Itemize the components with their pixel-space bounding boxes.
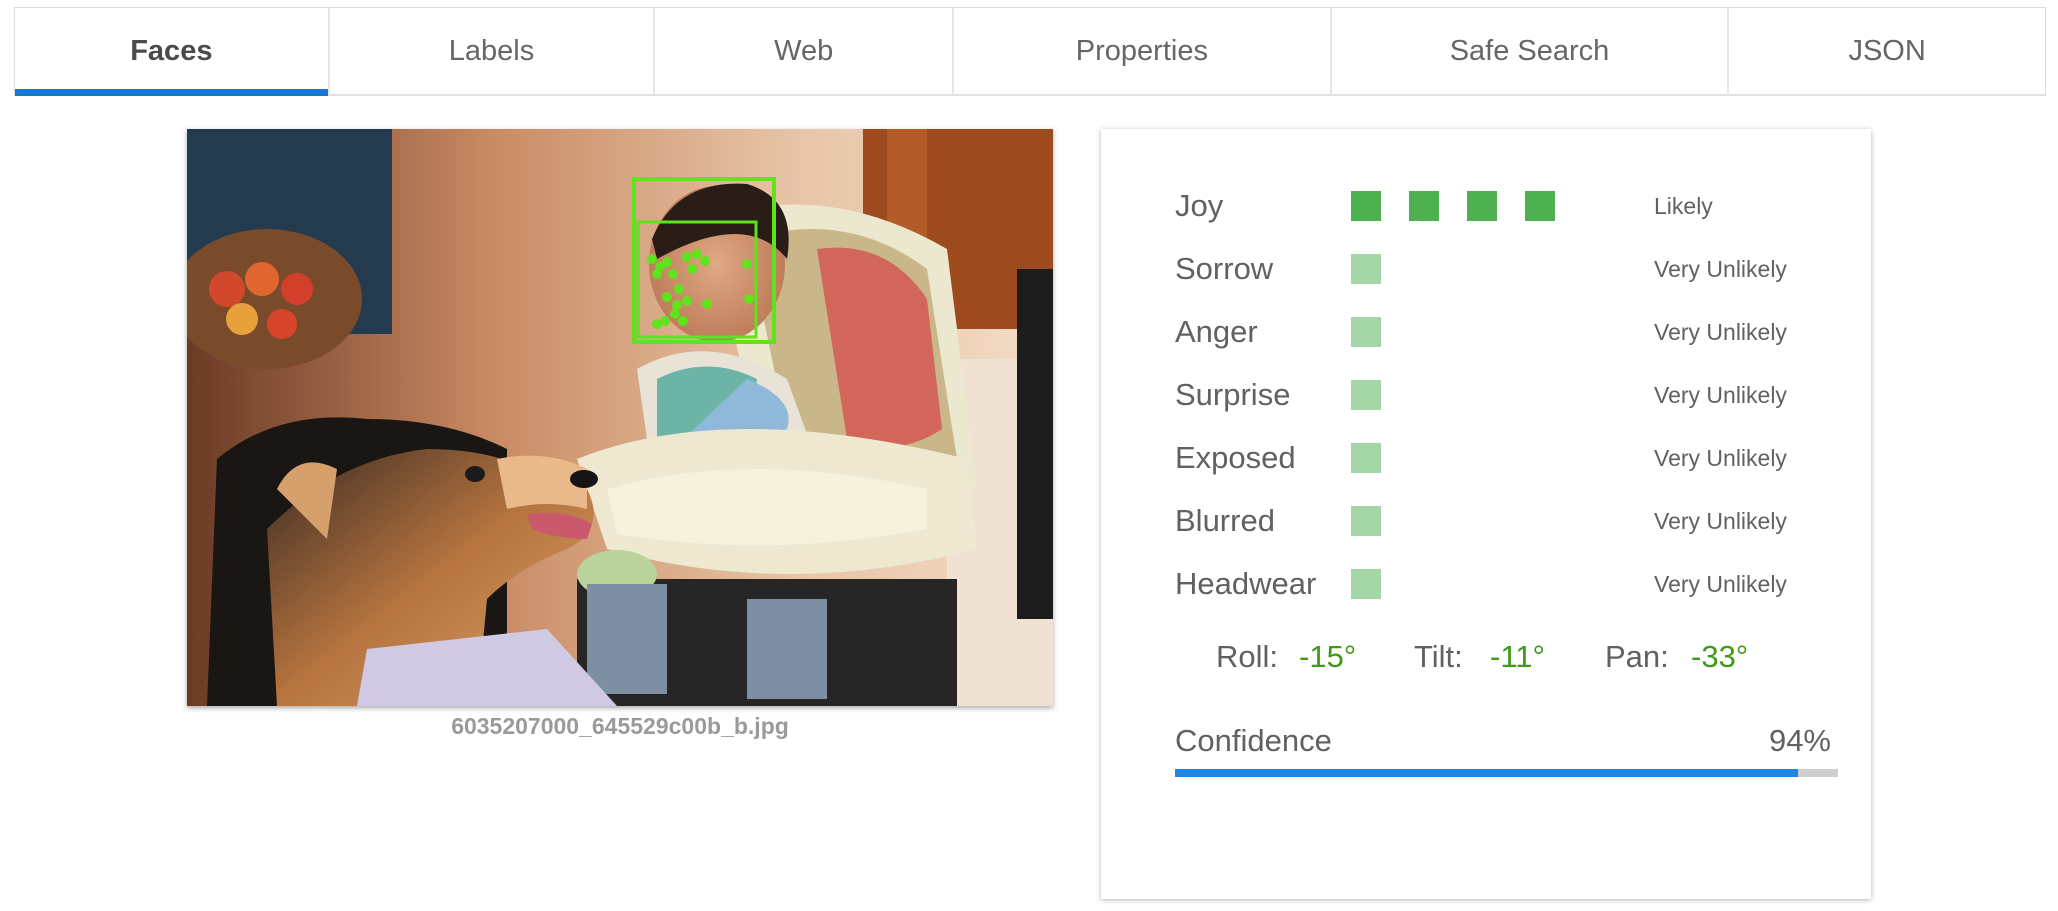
likelihood-row-headwear: Headwear Very Unlikely	[1175, 564, 1835, 604]
confidence-value: 94%	[1768, 723, 1831, 758]
likelihood-level-box	[1525, 191, 1555, 221]
likelihood-row-sorrow: Sorrow Very Unlikely	[1175, 249, 1835, 289]
likelihood-value: Very Unlikely	[1654, 319, 1787, 345]
likelihood-value: Very Unlikely	[1654, 382, 1787, 408]
image-filename: 6035207000_645529c00b_b.jpg	[451, 713, 789, 739]
tab-properties[interactable]: Properties	[954, 8, 1332, 94]
likelihood-level-box	[1467, 191, 1497, 221]
likelihood-name: Surprise	[1175, 377, 1291, 412]
tab-web[interactable]: Web	[655, 8, 955, 94]
face-details-card: Joy Likely Sorrow Very Unlikely Anger Very Un…	[1101, 129, 1871, 899]
likelihood-name: Blurred	[1175, 503, 1275, 538]
likelihood-level-box	[1351, 506, 1381, 536]
likelihood-level-box	[1351, 254, 1381, 284]
likelihood-value: Very Unlikely	[1654, 445, 1787, 471]
likelihood-name: Joy	[1175, 188, 1224, 223]
face-angles: Roll: -15° Tilt: -11° Pan: -33°	[1216, 639, 1816, 679]
photo-illustration	[187, 129, 1053, 706]
likelihood-level-box	[1351, 380, 1381, 410]
likelihood-name: Sorrow	[1175, 251, 1274, 286]
likelihood-row-surprise: Surprise Very Unlikely	[1175, 375, 1835, 415]
likelihood-value: Likely	[1654, 193, 1713, 219]
likelihood-row-blurred: Blurred Very Unlikely	[1175, 501, 1835, 541]
tab-labels[interactable]: Labels	[330, 8, 656, 94]
likelihood-value: Very Unlikely	[1654, 571, 1787, 597]
analyzed-photo	[187, 129, 1053, 706]
pan-label: Pan:	[1605, 639, 1669, 674]
tab-faces[interactable]: Faces	[15, 8, 330, 96]
likelihood-level-box	[1409, 191, 1439, 221]
roll-label: Roll:	[1216, 639, 1279, 674]
likelihood-level-box	[1351, 317, 1381, 347]
tilt-value: -11°	[1490, 639, 1545, 674]
likelihood-row-exposed: Exposed Very Unlikely	[1175, 438, 1835, 478]
result-tabs: Faces Labels Web Properties Safe Search …	[14, 7, 2046, 96]
tab-safe-search[interactable]: Safe Search	[1332, 8, 1730, 94]
likelihood-name: Exposed	[1175, 440, 1296, 475]
likelihood-name: Anger	[1175, 314, 1258, 349]
likelihood-level-box	[1351, 191, 1381, 221]
likelihood-value: Very Unlikely	[1654, 508, 1787, 534]
tilt-label: Tilt:	[1414, 639, 1463, 674]
likelihood-level-box	[1351, 569, 1381, 599]
likelihood-name: Headwear	[1175, 566, 1317, 601]
likelihood-row-joy: Joy Likely	[1175, 186, 1835, 226]
confidence-bar-fill	[1175, 769, 1799, 777]
pan-value: -33°	[1691, 639, 1749, 674]
confidence-label: Confidence	[1175, 723, 1332, 758]
roll-value: -15°	[1299, 639, 1357, 674]
likelihood-row-anger: Anger Very Unlikely	[1175, 312, 1835, 352]
tab-json[interactable]: JSON	[1729, 8, 2045, 94]
likelihood-value: Very Unlikely	[1654, 256, 1787, 282]
likelihood-level-box	[1351, 443, 1381, 473]
confidence-bar	[1175, 769, 1838, 777]
